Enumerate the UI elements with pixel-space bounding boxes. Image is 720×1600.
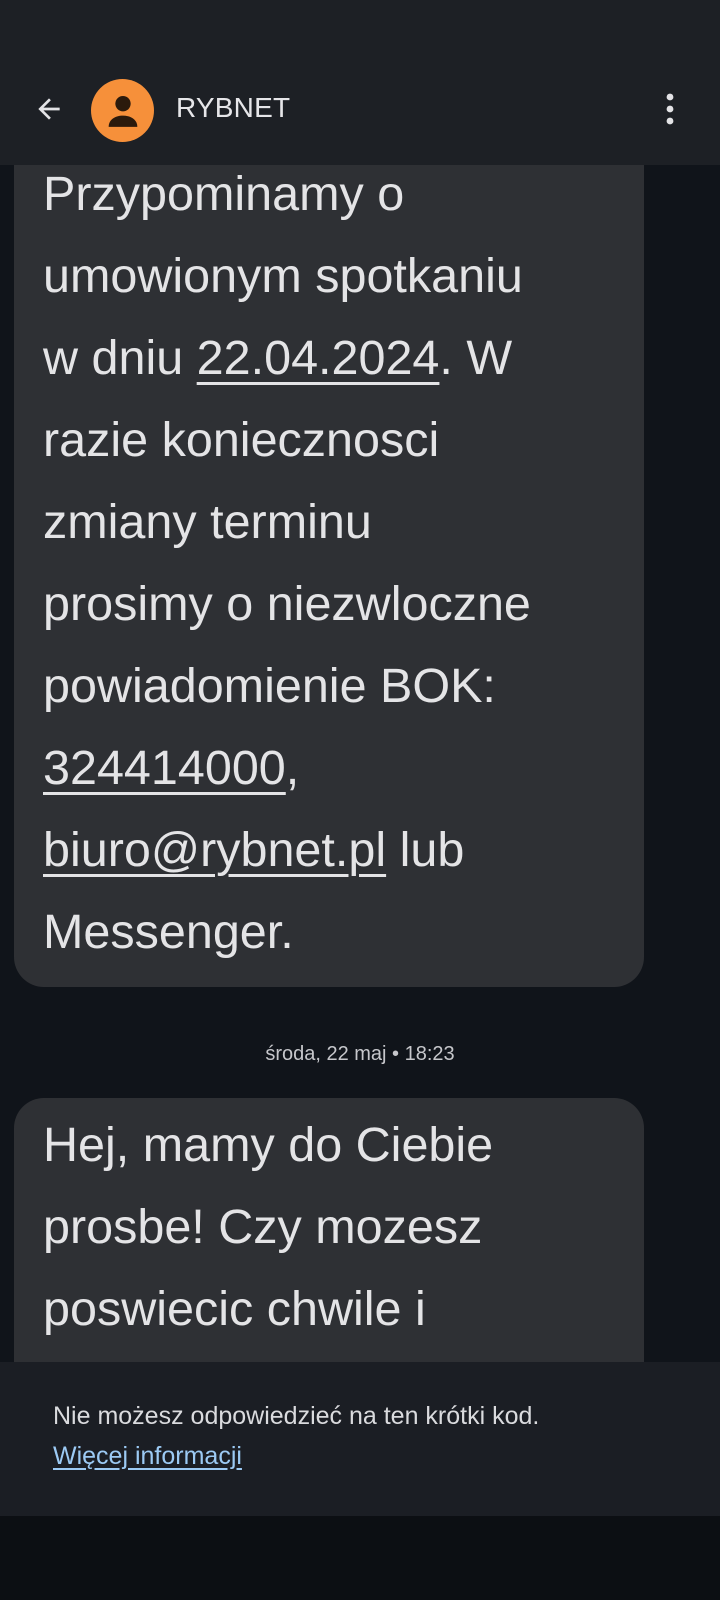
message-text: Przypominamy o	[43, 167, 405, 221]
arrow-left-icon	[38, 98, 60, 120]
message-line: prosimy o niezwloczne	[43, 563, 616, 645]
message-line: poswiecic chwile i	[43, 1268, 616, 1350]
more-options-button[interactable]	[652, 86, 688, 132]
message-text: prosimy o niezwloczne	[43, 577, 531, 631]
avatar[interactable]	[91, 79, 154, 142]
message-link[interactable]: 22.04.2024	[197, 331, 440, 385]
message-text: zmiany terminu	[43, 495, 372, 549]
message-link[interactable]: 324414000	[43, 741, 286, 795]
message-line: razie koniecznosci	[43, 399, 616, 481]
message-line: zmiany terminu	[43, 481, 616, 563]
navigation-bar-area	[0, 1516, 720, 1600]
message-text: w dniu	[43, 331, 197, 385]
message-text: razie koniecznosci	[43, 413, 440, 467]
message-text: ,	[285, 741, 300, 795]
message-text: lub	[386, 823, 465, 877]
message-line: powiadomienie BOK:	[43, 645, 616, 727]
more-vert-icon	[666, 93, 674, 125]
top-app-bar: RYBNET	[0, 0, 720, 165]
message-text: poswiecic chwile i	[43, 1282, 426, 1336]
back-button[interactable]	[26, 86, 72, 132]
message-text: prosbe! Czy mozesz	[43, 1200, 483, 1254]
message-line: prosbe! Czy mozesz	[43, 1186, 616, 1268]
message-line: biuro@rybnet.pl lub	[43, 809, 616, 891]
more-info-link[interactable]: Więcej informacji	[53, 1442, 242, 1471]
message-line: Przypominamy o	[43, 153, 616, 235]
person-icon	[108, 95, 137, 127]
reply-unavailable-panel: Nie możesz odpowiedzieć na ten krótki ko…	[0, 1362, 720, 1516]
message-text: . W	[439, 331, 513, 385]
message-line: Hej, mamy do Ciebie	[43, 1104, 616, 1186]
message-text: Hej, mamy do Ciebie	[43, 1118, 494, 1172]
message-text: powiadomienie BOK:	[43, 659, 496, 713]
message-line: w dniu 22.04.2024. W	[43, 317, 616, 399]
conversation-screen: RYBNET Przypominamy o umowionym spotkaniu…	[0, 0, 720, 1600]
message-line: 324414000,	[43, 727, 616, 809]
message-bubble[interactable]: Przypominamy o umowionym spotkaniu w dniu …	[14, 150, 644, 987]
reply-unavailable-notice: Nie możesz odpowiedzieć na ten krótki ko…	[53, 1402, 540, 1430]
message-text: Messenger.	[43, 905, 294, 959]
message-line: umowionym spotkaniu	[43, 235, 616, 317]
message-text: umowionym spotkaniu	[43, 249, 523, 303]
message-timestamp: środa, 22 maj • 18:23	[265, 1043, 455, 1065]
sender-name[interactable]: RYBNET	[176, 92, 290, 124]
message-line: Messenger.	[43, 891, 616, 973]
message-link[interactable]: biuro@rybnet.pl	[43, 823, 386, 877]
